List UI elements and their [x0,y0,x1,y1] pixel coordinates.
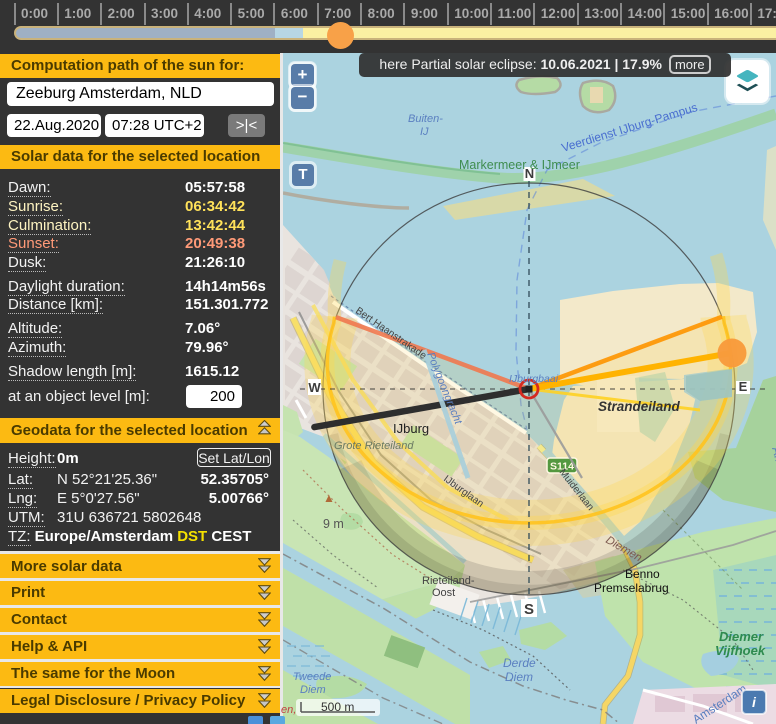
svg-text:Markermeer & IJmeer: Markermeer & IJmeer [459,158,580,172]
svg-text:Premselabrug: Premselabrug [594,581,669,595]
svg-text:Diem: Diem [300,684,326,696]
svg-text:▲: ▲ [323,491,335,505]
svg-text:IJ: IJ [420,126,429,138]
svg-text:Oost: Oost [432,587,455,599]
svg-text:IJburg: IJburg [393,421,429,436]
svg-text:Benno: Benno [625,567,660,581]
svg-text:Vijfhoek: Vijfhoek [715,643,766,658]
svg-text:Derde: Derde [503,656,536,670]
svg-text:IJburgbaai: IJburgbaai [509,373,559,385]
svg-text:9 m: 9 m [323,517,344,531]
svg-text:Grote Rieteiland: Grote Rieteiland [334,440,414,452]
svg-text:Diemer: Diemer [719,629,764,644]
svg-text:Strandeiland: Strandeiland [598,399,681,414]
svg-text:500 m: 500 m [321,700,354,714]
svg-text:S: S [524,601,534,618]
svg-text:Tweede: Tweede [293,671,331,683]
svg-text:Rieteiland-: Rieteiland- [422,575,475,587]
svg-text:E: E [739,379,748,394]
svg-text:W: W [308,380,321,395]
svg-text:Buiten-: Buiten- [408,113,443,125]
svg-text:Diem: Diem [505,670,533,684]
